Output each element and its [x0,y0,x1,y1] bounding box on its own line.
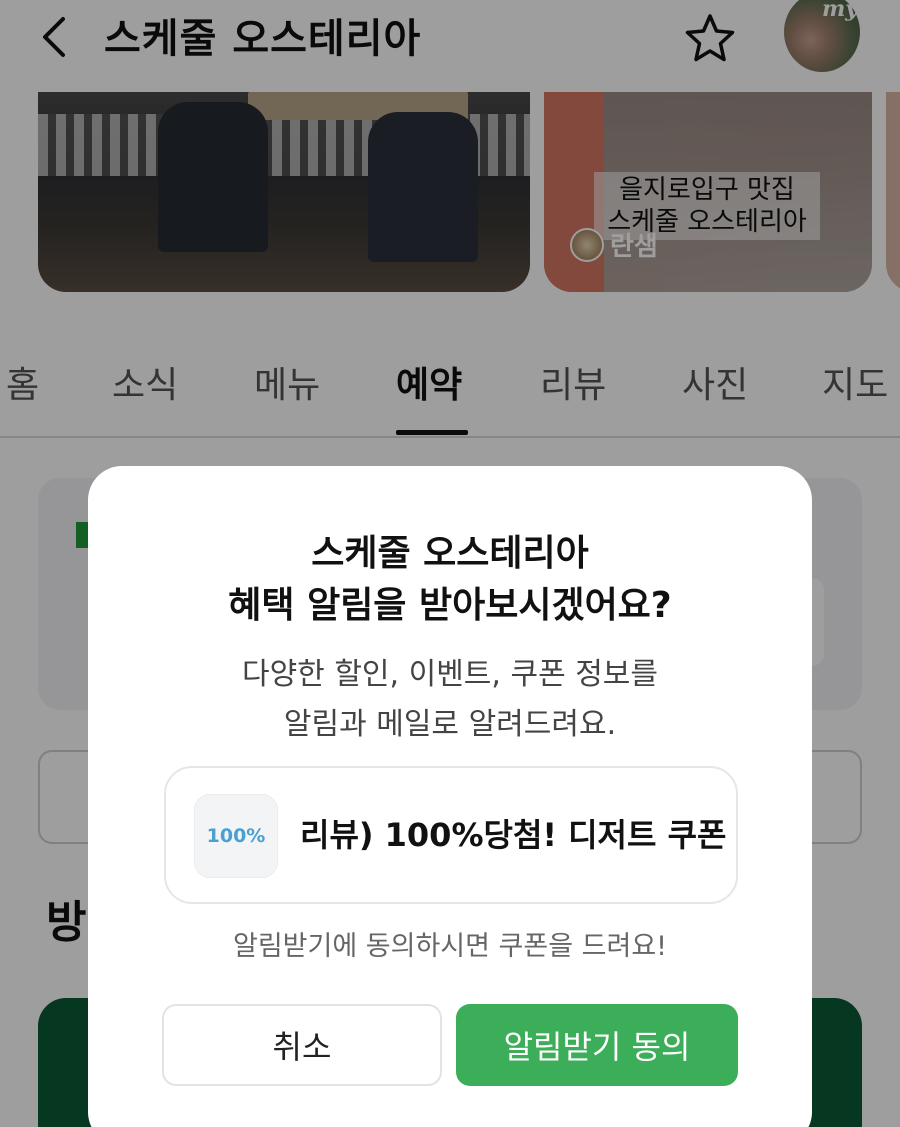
dialog-description-line: 알림과 메일로 알려드려요. [283,707,617,742]
dialog-title-line: 스케줄 오스테리아 [311,533,589,574]
cancel-button[interactable]: 취소 [162,1004,442,1086]
agree-notifications-button[interactable]: 알림받기 동의 [456,1004,738,1086]
coupon-icon: 100% [194,794,278,878]
notification-consent-dialog: 스케줄 오스테리아 혜택 알림을 받아보시겠어요? 다양한 할인, 이벤트, 쿠… [88,466,812,1127]
coupon-card: 100% 리뷰) 100%당첨! 디저트 쿠폰 [164,766,738,904]
dialog-title: 스케줄 오스테리아 혜택 알림을 받아보시겠어요? [88,528,812,632]
dialog-description: 다양한 할인, 이벤트, 쿠폰 정보를 알림과 메일로 알려드려요. [88,650,812,750]
coupon-label: 리뷰) 100%당첨! 디저트 쿠폰 [300,816,727,854]
dialog-title-line: 혜택 알림을 받아보시겠어요? [228,585,672,626]
consent-note: 알림받기에 동의하시면 쿠폰을 드려요! [232,931,667,962]
dialog-description-line: 다양한 할인, 이벤트, 쿠폰 정보를 [241,657,659,692]
